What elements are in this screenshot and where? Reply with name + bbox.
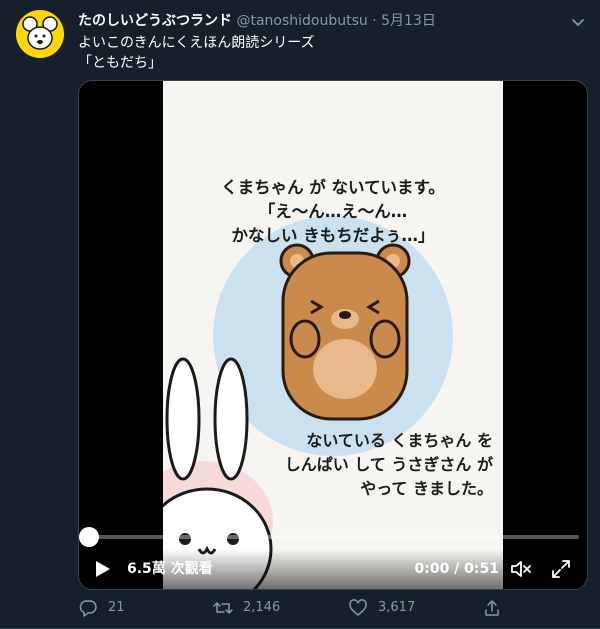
mouse-logo-icon [16, 10, 64, 58]
bear-illustration [279, 243, 411, 421]
like-count: 3,617 [378, 600, 416, 615]
share-button[interactable] [482, 597, 512, 619]
reply-button[interactable]: 21 [78, 597, 125, 619]
volume-button[interactable] [509, 557, 533, 581]
caption-line: やって きました。 [360, 479, 493, 498]
reply-icon [79, 600, 97, 617]
tweet-text-line: 「ともだち」 [78, 55, 162, 71]
retweet-icon [213, 602, 233, 614]
fullscreen-button[interactable] [549, 557, 573, 581]
view-count: 6.5萬 次觀看 [127, 561, 213, 577]
like-icon [349, 599, 367, 616]
video-controls: 6.5萬 次觀看 0:00 / 0:51 [79, 549, 587, 589]
retweet-count: 2,146 [243, 600, 281, 615]
volume-muted-icon [511, 561, 531, 577]
tweet[interactable]: たのしいどうぶつランド @tanoshidoubutsu · 5月13日 よいこ… [0, 0, 600, 629]
tweet-header: たのしいどうぶつランド @tanoshidoubutsu · 5月13日 [78, 10, 578, 32]
tweet-text: よいこのきんにくえほん朗読シリーズ 「ともだち」 [78, 33, 578, 73]
video-player[interactable]: くまちゃん が ないています。 「え〜ん…え〜ん… かなしい きもちだよぅ…」 [78, 80, 588, 590]
fullscreen-icon [552, 560, 570, 578]
author-name[interactable]: たのしいどうぶつランド [78, 13, 232, 29]
author-handle[interactable]: @tanoshidoubutsu [236, 13, 367, 29]
video-caption-bottom: ないている くまちゃん を しんぱい して うさぎさん が やって きました。 [259, 429, 503, 501]
caption-line: ないている くまちゃん を [306, 431, 493, 450]
reply-count: 21 [108, 600, 125, 615]
time-display: 0:00 / 0:51 [414, 561, 499, 577]
tweet-text-line: よいこのきんにくえほん朗読シリーズ [78, 35, 315, 51]
tweet-actions: 21 2,146 3,617 [78, 597, 558, 619]
like-button[interactable]: 3,617 [348, 597, 415, 619]
video-caption-top: くまちゃん が ないています。 「え〜ん…え〜ん… かなしい きもちだよぅ…」 [163, 176, 503, 248]
play-icon [96, 561, 110, 577]
tweet-date[interactable]: 5月13日 [381, 13, 436, 29]
caption-line: 「え〜ん…え〜ん… [258, 202, 408, 221]
more-options-button[interactable] [568, 12, 588, 32]
chevron-down-icon [572, 19, 584, 26]
scrubber-handle[interactable] [79, 527, 99, 547]
video-frame[interactable]: くまちゃん が ないています。 「え〜ん…え〜ん… かなしい きもちだよぅ…」 [163, 81, 503, 589]
header-separator: · [372, 13, 377, 29]
retweet-button[interactable]: 2,146 [213, 597, 280, 619]
play-button[interactable] [91, 558, 113, 580]
share-icon [485, 600, 499, 616]
progress-bar[interactable] [83, 535, 579, 539]
caption-line: くまちゃん が ないています。 [221, 178, 445, 197]
caption-line: しんぱい して うさぎさん が [284, 455, 493, 474]
avatar[interactable] [16, 10, 64, 58]
